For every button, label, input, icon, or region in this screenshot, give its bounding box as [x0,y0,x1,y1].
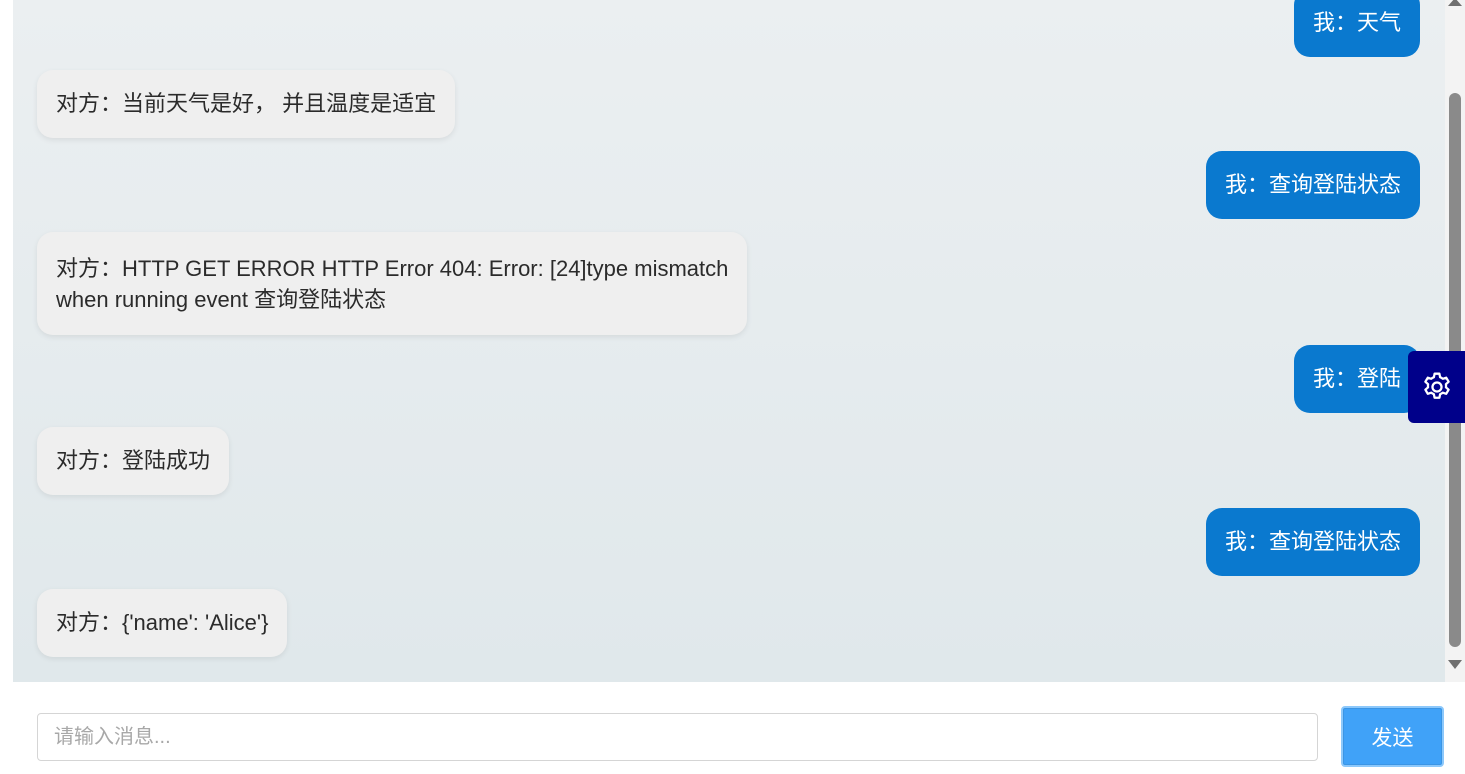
settings-button[interactable] [1408,351,1465,423]
my-message: 我：查询登陆状态 [1205,151,1420,219]
send-button[interactable]: 发送 [1341,706,1444,767]
my-message: 我：天气 [1293,0,1420,57]
my-message: 我：登陆 [1293,345,1420,413]
chat-scrollbar[interactable] [1445,0,1465,682]
scroll-up-arrow-icon[interactable] [1448,0,1462,6]
scroll-down-arrow-icon[interactable] [1448,660,1462,669]
gear-icon [1423,372,1450,399]
other-message: 对方：当前天气是好， 并且温度是适宜 [37,70,456,138]
message-line: when running event 查询登陆状态 [56,287,387,312]
other-message: 对方：HTTP GET ERROR HTTP Error 404: Error:… [37,232,748,335]
chat-messages-area: 我：天气 对方：当前天气是好， 并且温度是适宜 我：查询登陆状态 对方：HTTP… [13,0,1445,682]
input-bar: 发送 [0,682,1465,774]
message-line: 对方：HTTP GET ERROR HTTP Error 404: Error:… [56,256,729,281]
other-message: 对方：登陆成功 [37,427,230,495]
my-message: 我：查询登陆状态 [1205,508,1420,576]
message-input[interactable] [37,713,1318,761]
other-message: 对方：{'name': 'Alice'} [37,589,288,657]
